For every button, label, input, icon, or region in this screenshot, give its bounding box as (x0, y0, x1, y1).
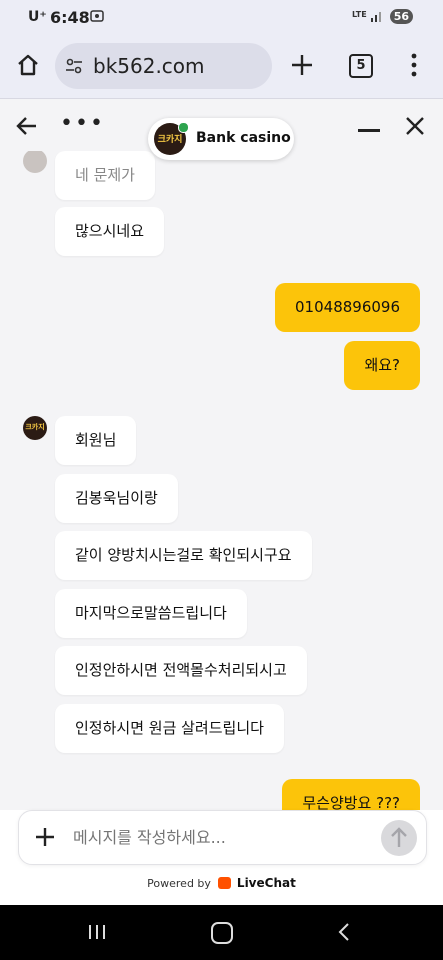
carrier-label: U⁺ (28, 9, 47, 25)
tab-switcher-button[interactable]: 5 (349, 54, 373, 78)
agent-message: 많으시네요 (55, 207, 165, 256)
composer-area: Powered by LiveChat (0, 810, 443, 905)
agent-name: Bank casino (196, 130, 291, 146)
url-text[interactable]: bk562.com (93, 54, 205, 78)
message-composer (18, 810, 427, 865)
status-bar: U⁺ 6:48 LTE 56 (0, 0, 443, 34)
home-button[interactable] (14, 51, 42, 79)
more-options-button[interactable]: ••• (60, 113, 105, 135)
system-navigation-bar (0, 905, 443, 960)
agent-message: 인정하시면 원금 살려드립니다 (55, 704, 284, 753)
agent-message: 인정안하시면 전액몰수처리되시고 (55, 646, 307, 695)
agent-info-chip[interactable]: 크카지 Bank casino (148, 118, 294, 160)
user-message: 01048896096 (275, 283, 420, 332)
signal-icon (370, 9, 384, 26)
back-button[interactable] (16, 115, 38, 137)
close-chat-button[interactable] (404, 115, 426, 137)
send-button[interactable] (381, 820, 417, 856)
agent-message: 같이 양방치시는걸로 확인되시구요 (55, 531, 312, 580)
network-type: LTE (352, 10, 367, 19)
screenshot-icon (90, 9, 104, 26)
battery-badge: 56 (389, 9, 413, 24)
new-tab-button[interactable] (290, 53, 314, 77)
agent-message: 회원님 (55, 416, 137, 465)
chevron-left-icon (338, 923, 349, 941)
agent-message: 마지막으로말씀드립니다 (55, 589, 247, 638)
kebab-menu-icon (411, 53, 417, 77)
plus-icon (36, 828, 54, 846)
clock: 6:48 (50, 8, 90, 27)
plus-icon (292, 55, 312, 75)
livechat-brand: LiveChat (236, 876, 296, 890)
browser-menu-button[interactable] (405, 52, 423, 78)
home-icon (18, 54, 38, 76)
agent-avatar: 크카지 (23, 416, 47, 440)
recents-icon (89, 925, 105, 939)
minimize-button[interactable] (358, 129, 380, 132)
system-back-button[interactable] (336, 922, 352, 942)
arrow-left-icon (16, 117, 36, 135)
online-status-indicator (178, 122, 189, 133)
system-home-button[interactable] (211, 922, 233, 944)
attach-button[interactable] (33, 825, 57, 849)
recent-apps-button[interactable] (86, 923, 108, 941)
powered-by-footer[interactable]: Powered by LiveChat (0, 876, 443, 890)
agent-avatar-blurred (23, 151, 47, 173)
agent-message: 김봉욱님이랑 (55, 474, 178, 523)
chat-message-list[interactable]: 네 문제가 많으시네요 01048896096 왜요? 크카지 회원님 김봉욱님… (0, 151, 443, 810)
arrow-up-icon (391, 827, 407, 847)
powered-by-label: Powered by (147, 877, 211, 890)
user-message: 왜요? (344, 341, 420, 390)
site-settings-icon[interactable] (65, 57, 83, 75)
address-bar[interactable]: bk562.com (55, 43, 272, 89)
livechat-logo-icon (218, 877, 232, 889)
user-message: 무슨양방요 ??? (282, 779, 420, 810)
message-input[interactable] (73, 811, 373, 864)
browser-toolbar: bk562.com 5 (0, 34, 443, 99)
close-icon (406, 117, 424, 135)
agent-message: 네 문제가 (55, 151, 155, 200)
